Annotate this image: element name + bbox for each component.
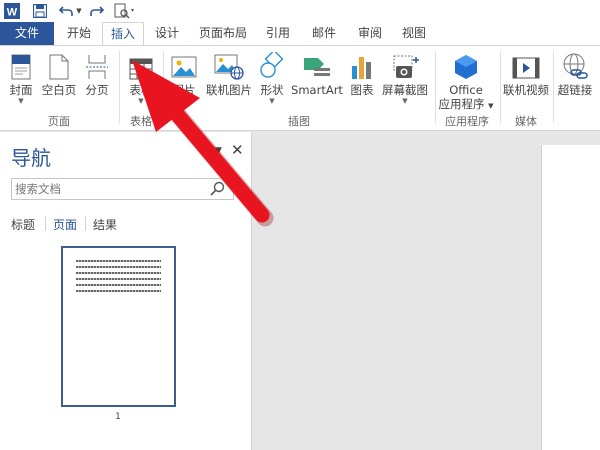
word-icon[interactable]: W <box>3 2 21 20</box>
smartart-icon <box>289 50 345 80</box>
blank-page-button[interactable]: 空白页 <box>40 50 78 110</box>
group-media-label: 媒体 <box>515 115 537 128</box>
chart-button[interactable]: 图表 <box>347 50 377 110</box>
cover-page-button[interactable]: 封面 ▼ <box>4 50 38 110</box>
tab-view[interactable]: 视图 <box>394 22 434 45</box>
smartart-label: SmartArt <box>291 83 343 97</box>
cover-page-icon <box>4 50 38 80</box>
blank-page-label: 空白页 <box>41 83 77 97</box>
picture-button[interactable]: 图片 <box>167 50 201 110</box>
screenshot-icon <box>379 50 431 80</box>
navigation-pane: 导航 ▼ ✕ 标题 页面 结果 1 <box>0 132 252 450</box>
redo-icon[interactable] <box>88 2 104 20</box>
title-bar: W ▼ ▾ <box>0 0 600 22</box>
shapes-button[interactable]: 形状 ▼ <box>257 50 287 110</box>
hyperlink-label: 超链接 <box>557 83 593 97</box>
tab-page-layout[interactable]: 页面布局 <box>192 22 254 45</box>
tab-review[interactable]: 审阅 <box>350 22 390 45</box>
tab-headings[interactable]: 标题 <box>11 216 35 233</box>
search-icon[interactable] <box>209 181 227 200</box>
svg-text:W: W <box>7 7 18 19</box>
chart-label: 图表 <box>350 83 374 97</box>
shapes-icon <box>257 50 287 80</box>
group-apps-label: 应用程序 <box>445 115 489 128</box>
table-button[interactable]: 表格 ▼ <box>124 50 158 110</box>
tab-divider <box>85 216 86 231</box>
tab-design[interactable]: 设计 <box>148 22 186 45</box>
online-video-button[interactable]: 联机视频 <box>500 50 552 110</box>
chevron-down-icon: ▼ <box>269 97 275 105</box>
thumbnail-text-lines <box>76 260 161 296</box>
office-apps-button[interactable]: Office 应用程序 ▼ <box>437 50 495 111</box>
chevron-down-icon: ▼ <box>18 97 24 105</box>
hyperlink-button[interactable]: 超链接 <box>555 50 595 110</box>
undo-icon[interactable] <box>58 2 74 20</box>
document-area[interactable] <box>253 132 600 450</box>
table-icon <box>124 50 158 80</box>
navigation-title: 导航 <box>11 146 51 170</box>
table-label: 表格 <box>129 83 153 97</box>
tab-home[interactable]: 开始 <box>60 22 98 45</box>
group-tables-label: 表格 <box>130 115 152 128</box>
chevron-down-icon: ▼ <box>402 97 408 105</box>
close-icon[interactable]: ✕ <box>231 141 244 159</box>
print-preview-icon[interactable]: ▾ <box>113 2 135 20</box>
online-video-label: 联机视频 <box>503 83 549 97</box>
tab-pages[interactable]: 页面 <box>53 216 77 233</box>
tab-mailings[interactable]: 邮件 <box>304 22 344 45</box>
screenshot-button[interactable]: 屏幕截图 ▼ <box>379 50 431 110</box>
ribbon: 封面 ▼ 空白页 分页 页面 表格 ▼ 表格 图片 联机图片 形状 ▼ Smar… <box>0 45 600 131</box>
page-number: 1 <box>115 412 121 422</box>
search-input[interactable] <box>11 178 234 200</box>
svg-text:▾: ▾ <box>131 7 134 14</box>
shapes-label: 形状 <box>260 83 284 97</box>
chevron-down-icon[interactable]: ▼ <box>215 146 222 156</box>
save-icon[interactable] <box>31 2 49 20</box>
office-apps-label2: 应用程序 ▼ <box>438 97 494 111</box>
office-apps-icon <box>437 50 495 80</box>
cover-page-label: 封面 <box>9 83 33 97</box>
chevron-down-icon: ▼ <box>138 97 144 105</box>
tab-references[interactable]: 引用 <box>258 22 298 45</box>
online-picture-label: 联机图片 <box>206 83 252 97</box>
group-divider <box>553 51 554 123</box>
document-page[interactable] <box>541 145 600 450</box>
picture-icon <box>167 50 201 80</box>
office-apps-label: Office <box>449 83 483 97</box>
page-break-icon <box>80 50 114 80</box>
page-break-label: 分页 <box>85 83 109 97</box>
tab-results[interactable]: 结果 <box>93 216 117 233</box>
blank-page-icon <box>40 50 78 80</box>
group-pages-label: 页面 <box>48 115 70 128</box>
tab-insert[interactable]: 插入 <box>102 22 144 46</box>
online-picture-icon <box>203 50 255 80</box>
hyperlink-icon <box>555 50 595 80</box>
tab-file[interactable]: 文件 <box>0 22 54 45</box>
page-thumbnail[interactable] <box>61 246 176 407</box>
group-illustrations-label: 插图 <box>288 115 310 128</box>
smartart-button[interactable]: SmartArt <box>289 50 345 110</box>
screenshot-label: 屏幕截图 <box>382 83 428 97</box>
picture-label: 图片 <box>172 83 196 97</box>
online-video-icon <box>500 50 552 80</box>
ribbon-tabs: 文件 开始 插入 设计 页面布局 引用 邮件 审阅 视图 <box>0 22 600 46</box>
chart-icon <box>347 50 377 80</box>
tab-divider <box>45 216 46 231</box>
online-picture-button[interactable]: 联机图片 <box>203 50 255 110</box>
page-break-button[interactable]: 分页 <box>80 50 114 110</box>
undo-dropdown-icon[interactable]: ▼ <box>75 2 83 20</box>
